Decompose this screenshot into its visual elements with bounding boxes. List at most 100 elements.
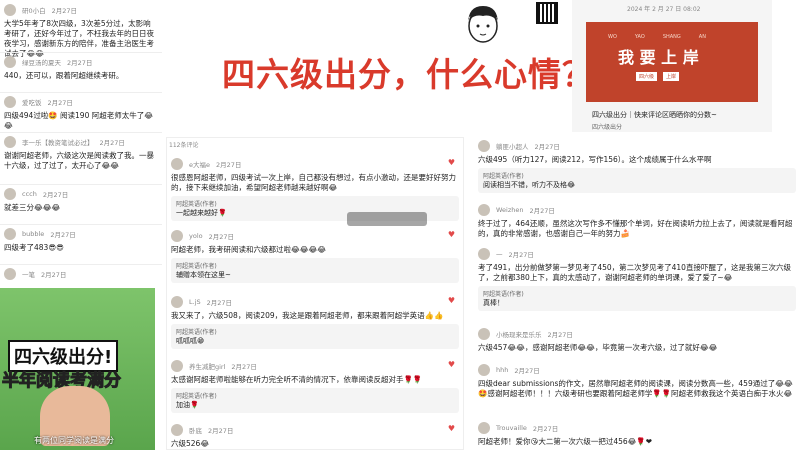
- comment-user[interactable]: 卧底: [189, 425, 202, 435]
- comment-item: bubble 2月27日 四级考了483😎😎: [4, 228, 158, 253]
- comment-text: 太感谢阿超老师啦能够在听力完全听不清的情况下，依靠阅读反超对手🌹🌹: [171, 375, 423, 384]
- comment-user[interactable]: 躺匪小超人: [496, 141, 529, 151]
- avatar[interactable]: [171, 296, 183, 308]
- comment-header: 绿豆汤的夏天 2月27日: [4, 56, 158, 68]
- comment-item: 小杨现来是乐乐 2月27日 六级457😂😂，感谢阿超老师😂😂，毕竟第一次考六级，过了…: [478, 328, 796, 353]
- comment-text: 六级526😂: [171, 439, 210, 448]
- comment-item: Trouvaille 2月27日阿超老师！爱你😘大二第一次六级一把过456😂🌹❤: [478, 422, 796, 447]
- cartoon-avatar-icon: [460, 2, 506, 48]
- comment-date: 2月27日: [532, 425, 559, 433]
- comment-user[interactable]: e大福e: [189, 159, 210, 169]
- comment-header: 研0小白 2月27日: [4, 4, 158, 16]
- divider: [0, 132, 162, 133]
- avatar[interactable]: [4, 268, 16, 280]
- comment-user[interactable]: 养生减肥girl: [189, 361, 225, 371]
- comment-item: Weizhen 2月27日终于过了，464还顺，虽然这次写作多不懂那个单词，好在阅…: [478, 204, 796, 239]
- comment-user[interactable]: 一笔: [22, 269, 35, 279]
- author-reply: 阿超英语(作者) 真棒！: [478, 286, 796, 312]
- avatar[interactable]: [171, 158, 183, 170]
- avatar[interactable]: [478, 422, 490, 434]
- avatar[interactable]: [4, 136, 16, 148]
- divider: [0, 224, 162, 225]
- avatar[interactable]: [171, 230, 183, 242]
- comment-text: 终于过了，464还顺，虽然这次写作多不懂那个单词，好在阅读听力拉上去了，阅读就是…: [478, 219, 793, 239]
- avatar[interactable]: [4, 188, 16, 200]
- thumbnail-caption: 有两位同学阅读是满分: [34, 436, 114, 445]
- video-thumbnail[interactable]: 四六级出分! 半年阅读考满分 有两位同学阅读是满分: [0, 288, 155, 450]
- avatar[interactable]: [4, 96, 16, 108]
- avatar[interactable]: [478, 248, 490, 260]
- reply-text: 阅读相当不错，听力不及格😂: [483, 181, 576, 190]
- like-heart-icon[interactable]: ♥: [448, 158, 455, 167]
- like-heart-icon[interactable]: ♥: [448, 230, 455, 239]
- comment-header: bubble 2月27日: [4, 228, 158, 240]
- avatar[interactable]: [4, 56, 16, 68]
- reply-author: 阿超英语(作者): [483, 291, 524, 299]
- divider: [0, 52, 162, 53]
- avatar[interactable]: [478, 140, 490, 152]
- comment-header: Weizhen 2月27日: [478, 204, 796, 216]
- comment-user[interactable]: 爱吃饭: [22, 97, 42, 107]
- comment-date: 2月27日: [514, 367, 540, 375]
- avatar[interactable]: [478, 364, 490, 376]
- avatar[interactable]: [478, 328, 490, 340]
- qr-code-icon[interactable]: [536, 2, 558, 24]
- comment-user[interactable]: 研0小白: [22, 5, 46, 15]
- author-reply: 阿超英语(作者) 加油🌹: [171, 388, 459, 414]
- comment-header: 卧底 2月27日: [171, 424, 459, 436]
- comment-item: 一笔 2月27日: [4, 268, 158, 283]
- reply-text: 加油🌹: [176, 401, 199, 410]
- comment-user[interactable]: bubble: [22, 230, 44, 238]
- comment-text: 440，还可以，跟着阿超继续考研。: [4, 71, 124, 80]
- comment-header: 躺匪小超人 2月27日: [478, 140, 796, 152]
- comment-text: 阿超老师！爱你😘大二第一次六级一把过456😂🌹❤: [478, 437, 653, 446]
- comment-date: 2月27日: [47, 99, 73, 107]
- poster-card[interactable]: 2024 年 2 月 27 日 08:02 WO YAO SHANG AN 我 要 上…: [572, 0, 772, 132]
- avatar[interactable]: [171, 360, 183, 372]
- comment-header: 爱吃饭 2月27日: [4, 96, 158, 108]
- divider: [0, 92, 162, 93]
- comment-text: 我又来了，六级508，阅读209，我这是跟着阿超老师，都来跟着阿超学英语👍👍: [171, 311, 444, 320]
- avatar[interactable]: [4, 228, 16, 240]
- comment-user[interactable]: 李一乐【教资笔试必过】: [22, 137, 94, 147]
- poster-sub2: 上岸: [663, 72, 680, 81]
- comment-header: hhh 2月27日: [478, 364, 796, 376]
- reply-author: 阿超英语(作者): [176, 329, 217, 337]
- comment-header: 小杨现来是乐乐 2月27日: [478, 328, 796, 340]
- comment-user[interactable]: hhh: [496, 366, 508, 374]
- author-reply: 阿超英语(作者) 辅赠本领在这里~: [171, 258, 459, 284]
- middle-comment-panel: 112条评论 e大福e 2月27日 很感恩阿超老师，四级考试一次上岸，自己都没有想过…: [166, 137, 464, 450]
- watermark: [347, 212, 427, 226]
- comment-user[interactable]: 绿豆汤的夏天: [22, 57, 61, 67]
- comment-date: 2月27日: [51, 7, 78, 15]
- right-comment-panel: 躺匪小超人 2月27日 六级495（听力127，阅读212，写作156）。这个成绩属…: [474, 138, 800, 450]
- comment-date: 2月27日: [208, 427, 234, 435]
- poster-description: 四六级出分｜快来评论区晒晒你的分数~: [592, 111, 717, 119]
- avatar[interactable]: [171, 424, 183, 436]
- comment-user[interactable]: ccch: [22, 190, 37, 198]
- comment-user[interactable]: Weizhen: [496, 206, 524, 214]
- comment-user[interactable]: Trouvaille: [496, 424, 527, 432]
- comment-item: 爱吃饭 2月27日 四级494过啦🤩 阅读190 阿超老师太牛了😂😂: [4, 96, 158, 131]
- comment-text: 四级dear submissions的作文，居然靠阿超老师的阅读课，阅读分数高一…: [478, 379, 793, 399]
- comment-item: 养生减肥girl 2月27日太感谢阿超老师啦能够在听力完全听不清的情况下，依靠阅读…: [171, 360, 459, 414]
- comment-item: 卧底 2月27日六级526😂 ♥: [171, 424, 459, 449]
- reply-text: 呱呱呱😁: [176, 337, 205, 346]
- comment-date: 2月27日: [216, 161, 242, 169]
- avatar[interactable]: [478, 204, 490, 216]
- poster-banner: WO YAO SHANG AN 我 要 上 岸 四六级 上岸: [586, 22, 758, 102]
- comment-user[interactable]: L.jS: [189, 298, 201, 306]
- like-heart-icon[interactable]: ♥: [448, 424, 455, 433]
- comment-header: L.jS 2月27日: [171, 296, 459, 308]
- comment-item: hhh 2月27日四级dear submissions的作文，居然靠阿超老师的阅读…: [478, 364, 796, 399]
- comment-user[interactable]: 一: [496, 249, 503, 259]
- comment-user[interactable]: 小杨现来是乐乐: [496, 329, 542, 339]
- like-heart-icon[interactable]: ♥: [448, 360, 455, 369]
- comment-user[interactable]: yolo: [189, 232, 203, 240]
- comment-date: 2月27日: [206, 299, 233, 307]
- like-heart-icon[interactable]: ♥: [448, 296, 455, 305]
- comment-header: 一笔 2月27日: [4, 268, 158, 280]
- avatar[interactable]: [4, 4, 16, 16]
- comment-date: 2月27日: [231, 363, 257, 371]
- poster-pinyin: YAO: [634, 34, 645, 40]
